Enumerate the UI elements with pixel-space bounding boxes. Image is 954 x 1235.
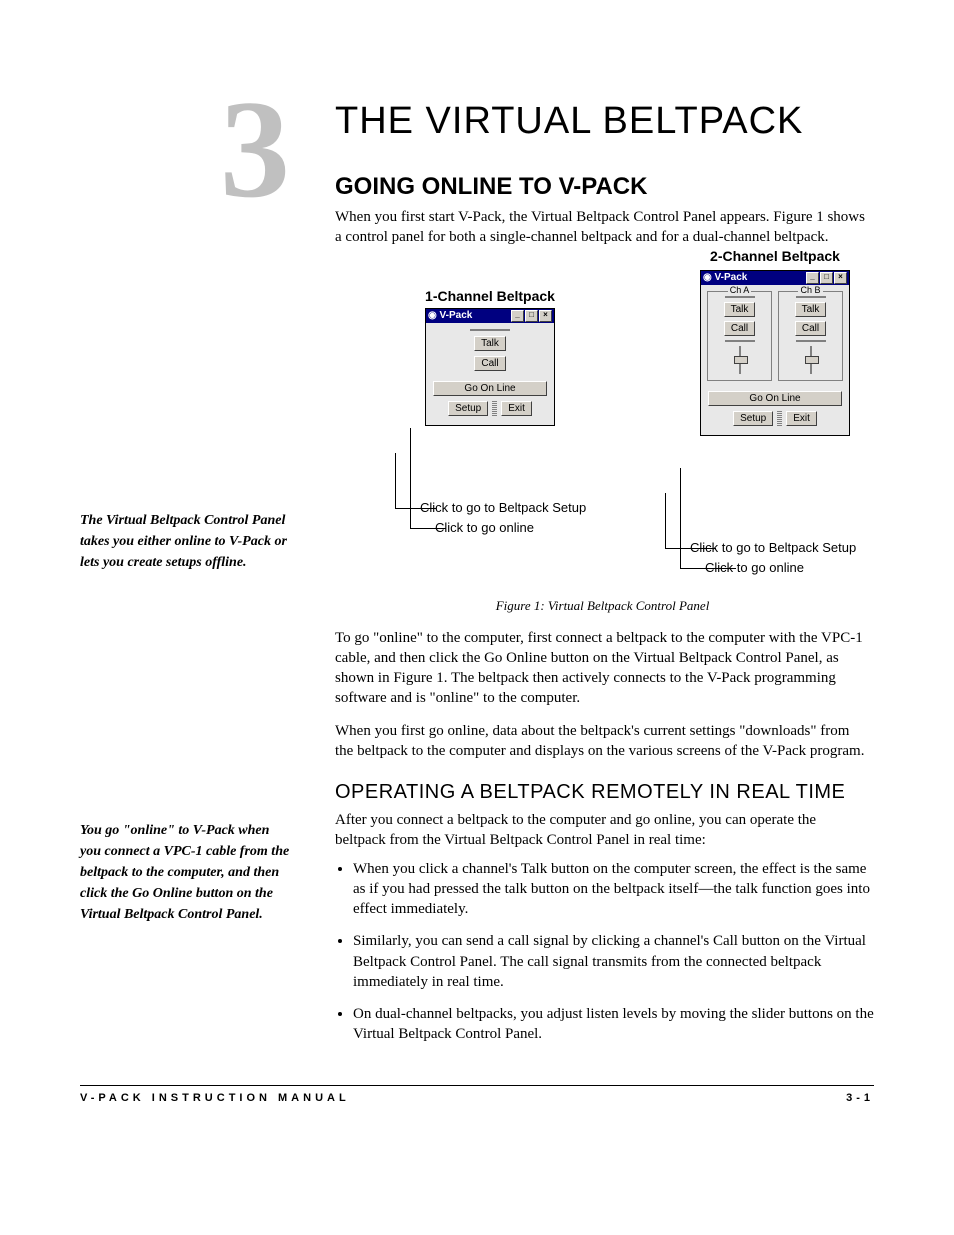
grip-icon <box>777 411 782 427</box>
setup-button[interactable]: Setup <box>448 401 488 416</box>
callout-setup: Click to go to Beltpack Setup <box>420 500 586 515</box>
figure-label-2ch: 2-Channel Beltpack <box>700 248 850 264</box>
vpack-window-1ch: ◉ V-Pack _ □ × Talk Call Go On Line Setu… <box>425 308 555 426</box>
minimize-icon[interactable]: _ <box>806 272 819 284</box>
setup-button[interactable]: Setup <box>733 411 773 426</box>
footer-page-number: 3-1 <box>846 1092 874 1104</box>
call-button-a[interactable]: Call <box>724 321 755 336</box>
close-icon[interactable]: × <box>834 272 847 284</box>
maximize-icon[interactable]: □ <box>820 272 833 284</box>
talk-button-a[interactable]: Talk <box>724 302 756 317</box>
paragraph: When you first go online, data about the… <box>335 721 870 762</box>
figure-1: 2-Channel Beltpack 1-Channel Beltpack ◉ … <box>335 258 874 588</box>
window-title: ◉ V-Pack <box>703 272 747 283</box>
channel-b-group: Ch B Talk Call <box>778 291 843 381</box>
channel-b-label: Ch B <box>798 285 822 295</box>
maximize-icon[interactable]: □ <box>525 310 538 322</box>
section-title-going-online: GOING ONLINE TO V-PACK <box>335 173 874 201</box>
paragraph: When you first start V-Pack, the Virtual… <box>335 207 870 248</box>
divider <box>796 340 826 342</box>
list-item: Similarly, you can send a call signal by… <box>353 931 874 992</box>
exit-button[interactable]: Exit <box>786 411 817 426</box>
go-online-button[interactable]: Go On Line <box>708 391 842 406</box>
go-online-button[interactable]: Go On Line <box>433 381 547 396</box>
callout-online: Click to go online <box>435 520 534 535</box>
divider <box>470 329 510 331</box>
margin-note: You go "online" to V-Pack when you conne… <box>80 820 290 925</box>
minimize-icon[interactable]: _ <box>511 310 524 322</box>
paragraph: After you connect a beltpack to the comp… <box>335 810 870 851</box>
subsection-title-operating: OPERATING A BELTPACK REMOTELY IN REAL TI… <box>335 781 874 804</box>
titlebar: ◉ V-Pack _ □ × <box>701 271 849 285</box>
exit-button[interactable]: Exit <box>501 401 532 416</box>
call-button-b[interactable]: Call <box>795 321 826 336</box>
close-icon[interactable]: × <box>539 310 552 322</box>
talk-button-b[interactable]: Talk <box>795 302 827 317</box>
divider <box>725 340 755 342</box>
margin-note: The Virtual Beltpack Control Panel takes… <box>80 510 290 573</box>
callout-online: Click to go online <box>705 560 804 575</box>
bullet-list: When you click a channel's Talk button o… <box>335 859 874 1045</box>
chapter-number: 3 <box>220 80 290 220</box>
list-item: On dual-channel beltpacks, you adjust li… <box>353 1004 874 1045</box>
divider <box>725 296 755 298</box>
channel-a-label: Ch A <box>728 285 752 295</box>
figure-label-1ch: 1-Channel Beltpack <box>425 288 555 304</box>
paragraph: To go "online" to the computer, first co… <box>335 628 870 709</box>
titlebar: ◉ V-Pack _ □ × <box>426 309 554 323</box>
slider-b[interactable] <box>800 346 822 374</box>
grip-icon <box>492 401 497 417</box>
callout-setup: Click to go to Beltpack Setup <box>690 540 856 555</box>
list-item: When you click a channel's Talk button o… <box>353 859 874 920</box>
page-footer: V-PACK INSTRUCTION MANUAL 3-1 <box>80 1085 874 1104</box>
figure-caption: Figure 1: Virtual Beltpack Control Panel <box>335 598 870 614</box>
vpack-window-2ch: ◉ V-Pack _ □ × Ch A Talk Call <box>700 270 850 436</box>
window-title: ◉ V-Pack <box>428 310 472 321</box>
channel-a-group: Ch A Talk Call <box>707 291 772 381</box>
slider-a[interactable] <box>729 346 751 374</box>
divider <box>796 296 826 298</box>
call-button[interactable]: Call <box>474 356 505 371</box>
talk-button[interactable]: Talk <box>474 336 506 351</box>
chapter-title: THE VIRTUAL BELTPACK <box>335 100 874 143</box>
footer-manual-title: V-PACK INSTRUCTION MANUAL <box>80 1092 350 1104</box>
